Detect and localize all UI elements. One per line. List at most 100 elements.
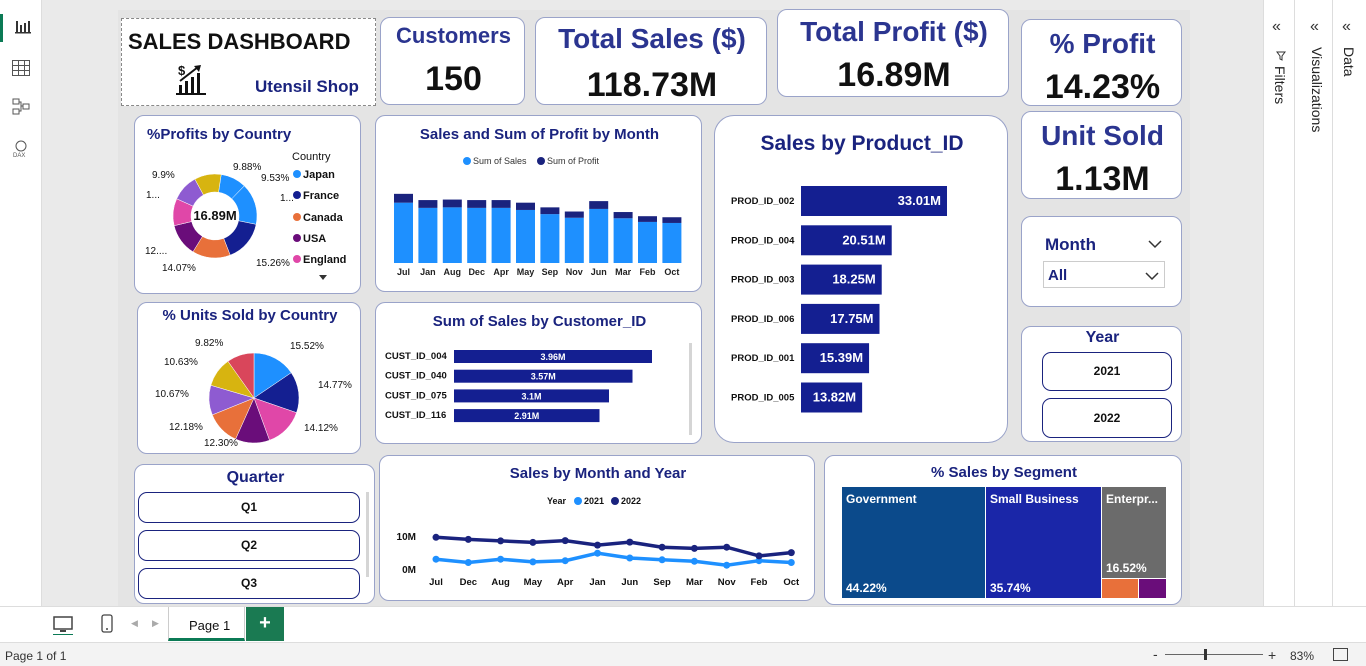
fit-to-page-icon[interactable] [1333,648,1348,661]
card-title: % Sales by Segment [931,464,1077,481]
chevron-down-icon [1144,269,1160,287]
treemap-tile-enterprise[interactable]: Enterpr... 16.52% [1102,487,1166,578]
kpi-label: % Profit [1049,28,1156,59]
left-rail: DAX [0,0,42,606]
donut-center-label: 16.89M [193,208,236,223]
collapse-chevron-icon[interactable] [1147,237,1163,255]
mobile-layout-icon[interactable] [101,614,113,639]
profit-bar [564,211,584,218]
table-view-icon[interactable] [12,60,30,76]
sales-month-year-card[interactable]: Sales by Month and Year Year 2021 2022 1… [379,455,815,601]
product-id-label: PROD_ID_004 [731,235,795,246]
series-point [787,559,795,566]
series-point [561,557,569,565]
x-tick-label: Mar [615,267,632,277]
sales-by-segment-card[interactable]: % Sales by Segment Government 44.22% Sma… [824,455,1182,605]
page-tab-page-1[interactable]: Page 1 [168,607,245,641]
x-tick-label: May [524,577,543,588]
zoom-slider[interactable] [1165,649,1263,660]
sales-by-customer-card[interactable]: Sum of Sales by Customer_ID CUST_ID_004 3… [375,302,702,444]
zoom-in-button[interactable]: + [1268,647,1276,663]
series-point [529,538,537,546]
sales-bar [662,222,682,263]
series-point [658,543,666,551]
desktop-layout-icon[interactable] [52,615,74,640]
pie-label: 15.52% [290,341,324,352]
legend-label: Sum of Profit [547,156,600,166]
svg-text:DAX: DAX [13,153,25,158]
series-point [755,552,763,560]
quarter-slicer-card: Quarter Q1 Q2 Q3 [134,464,375,604]
legend-item-sales[interactable]: Sum of Sales [463,156,527,166]
profit-bar [516,202,535,210]
sales-by-product-card[interactable]: Sales by Product_ID PROD_ID_002 33.01M PRO… [714,115,1008,443]
expand-visualizations-icon[interactable]: « [1310,18,1319,36]
zoom-slider-thumb[interactable] [1204,649,1207,660]
next-page-arrow-icon[interactable]: ▶ [152,618,159,629]
series-point [723,561,731,569]
quarter-q1-button[interactable]: Q1 [138,492,360,523]
legend-item-usa[interactable]: USA [293,233,326,245]
series-point [690,557,698,565]
tile-pct: 35.74% [990,581,1031,595]
x-tick-label: Aug [491,577,510,588]
customer-id-label: CUST_ID_116 [385,410,446,421]
title-card: SALES DASHBOARD $ Utensil Shop [121,18,376,106]
kpi-value: 16.89M [837,56,951,94]
vertical-scrollbar[interactable] [689,343,692,435]
legend-label: 2022 [621,496,641,506]
model-view-icon[interactable] [12,98,30,116]
legend-scroll-down-icon[interactable] [319,275,327,280]
tile-name: Small Business [990,492,1079,506]
x-tick-label: Apr [557,577,574,588]
year-slicer-label: Year [1085,329,1120,346]
legend-item-england[interactable]: England [293,254,346,266]
treemap-tile-small-purple[interactable] [1139,579,1166,598]
visualizations-pane-tab[interactable]: Visualizations [1309,47,1325,132]
prev-page-arrow-icon[interactable]: ◀ [131,618,138,629]
series-point [529,558,537,566]
legend-item-profit[interactable]: Sum of Profit [537,156,600,166]
year-2021-button[interactable]: 2021 [1042,352,1172,391]
zoom-out-button[interactable]: - [1153,646,1158,662]
sales-bar [418,207,438,263]
treemap-tile-small-orange[interactable] [1102,579,1138,598]
x-tick-label: Nov [718,577,737,588]
report-view-icon[interactable] [0,14,42,42]
legend-label: England [303,254,346,266]
units-by-country-card[interactable]: % Units Sold by Country 15.52% 14.77% 14… [137,302,361,454]
month-dropdown[interactable]: All [1043,261,1165,288]
add-page-button[interactable]: + [246,607,284,641]
dax-query-icon[interactable]: DAX [12,140,30,159]
x-tick-label: Jul [397,267,410,277]
legend-label: France [303,190,339,202]
kpi-total-sales: Total Sales ($) 118.73M [535,17,767,105]
filters-pane-tab[interactable]: Filters [1272,66,1288,104]
dashboard-title: SALES DASHBOARD [128,29,351,54]
kpi-label: Total Sales ($) [558,23,746,54]
pie-label: 12.30% [204,438,238,449]
quarter-q2-button[interactable]: Q2 [138,530,360,561]
expand-data-icon[interactable]: « [1342,18,1351,36]
profits-by-country-card[interactable]: %Profits by Country 16.89M 9.88% 9.53% 1… [134,115,361,294]
series-point [658,556,666,564]
vertical-scrollbar[interactable] [366,492,369,577]
treemap-tile-small-business[interactable]: Small Business 35.74% [986,487,1101,598]
data-pane-tab[interactable]: Data [1341,47,1357,77]
month-slicer-card: Month All [1021,216,1182,307]
treemap-tile-government[interactable]: Government 44.22% [842,487,985,598]
series-point [594,541,601,549]
sales-profit-month-card[interactable]: Sales and Sum of Profit by Month Sum of … [375,115,702,292]
expand-filters-icon[interactable]: « [1272,18,1281,36]
donut-label: 12.... [145,246,167,257]
legend-item-2022[interactable]: 2022 [611,496,641,506]
quarter-q3-button[interactable]: Q3 [138,568,360,599]
customer-value-label: 3.57M [531,372,556,382]
legend-item-canada[interactable]: Canada [293,212,344,224]
legend-item-2021[interactable]: 2021 [574,496,604,506]
x-tick-label: Jan [589,577,606,588]
legend-item-france[interactable]: France [293,190,339,202]
units-pie [208,352,300,444]
legend-item-japan[interactable]: Japan [293,169,335,181]
year-2022-button[interactable]: 2022 [1042,398,1172,438]
